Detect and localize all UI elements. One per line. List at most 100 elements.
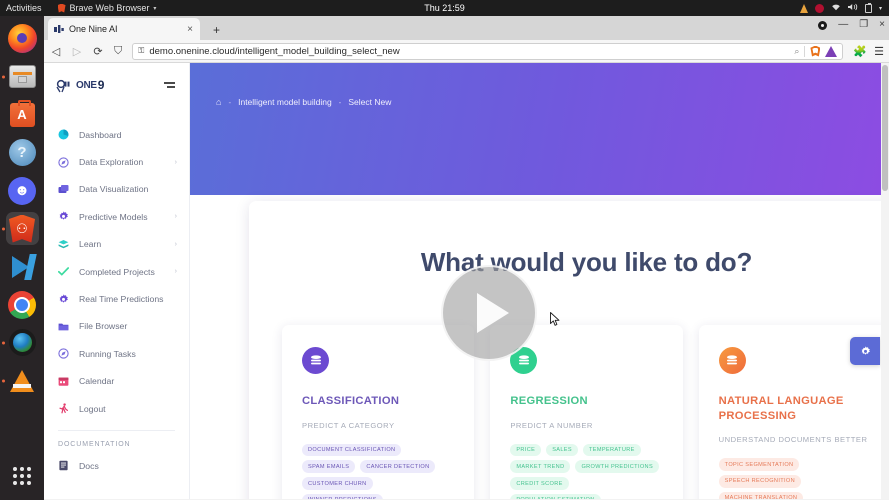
tag[interactable]: TOPIC SEGMENTATION [718,458,800,471]
extensions-icon[interactable]: 🧩 [853,45,867,58]
dock-item-firefox[interactable] [6,22,39,55]
hamburger-menu-icon[interactable]: ☰ [874,45,884,58]
window-menu-brave[interactable]: Brave Web Browser ▾ [57,3,156,13]
close-icon[interactable]: × [185,24,195,35]
tag[interactable]: SPEECH RECOGNITION [718,474,801,488]
tag[interactable]: WINNER PREDICTIONS [302,493,383,499]
dock-item-vscode[interactable] [6,250,39,283]
forward-button[interactable]: ▷ [70,45,84,58]
sidebar-item-data-visualization[interactable]: Data Visualization [44,176,189,203]
tag[interactable]: SALES [546,443,578,457]
bookmark-icon[interactable]: ⛉ [114,45,122,58]
activities-button[interactable]: Activities [6,3,42,13]
tag[interactable]: DOCUMENT CLASSIFICATION [302,443,402,457]
breadcrumb-item-intelligent-model-building[interactable]: Intelligent model building [238,97,332,107]
chart-icon [58,184,69,195]
new-tab-button[interactable]: + [208,23,225,40]
address-bar[interactable]: ⚿ demo.onenine.cloud/intelligent_model_b… [132,42,844,60]
sidebar-item-label: Predictive Models [79,211,148,222]
chevron-right-icon: › [174,158,177,166]
brave-shield-icon[interactable] [810,45,821,57]
settings-side-tab[interactable] [850,337,880,365]
folder-icon [58,321,69,332]
os-top-bar: Activities Brave Web Browser ▾ Thu 21:59… [0,0,889,16]
dock-item-brave[interactable]: ⚇ [1,212,39,245]
option-card-tags: DOCUMENT CLASSIFICATION SPAM EMAILS CANC… [302,443,454,499]
tag[interactable]: MACHINE TRANSLATION [718,491,804,499]
maximize-button[interactable]: ❐ [859,20,868,30]
sidebar-item-label: Real Time Predictions [79,294,164,305]
tag[interactable]: MARKET TREND [510,460,571,474]
reload-button[interactable]: ⟳ [91,45,105,58]
sidebar-item-learn[interactable]: Learn › [44,231,189,258]
dock-item-app-orange[interactable]: A [6,98,39,131]
dock-item-chrome[interactable] [6,288,39,321]
wifi-icon[interactable] [831,3,841,13]
option-card-classification[interactable]: CLASSIFICATION PREDICT A CATEGORY DOCUME… [282,325,475,499]
dock-item-discord[interactable]: ☻ [6,174,39,207]
page-scrollbar[interactable] [881,63,889,499]
url-text: demo.onenine.cloud/intelligent_model_bui… [149,45,400,57]
sidebar-item-label: Running Tasks [79,348,136,359]
tag[interactable]: SPAM EMAILS [302,460,356,474]
sidebar-section-documentation: DOCUMENTATION [58,441,131,449]
browser-tab-one-nine-ai[interactable]: One Nine AI × [48,18,200,40]
recording-indicator-icon[interactable] [814,3,824,13]
dock-item-show-apps[interactable] [6,459,39,492]
scrollbar-thumb[interactable] [882,65,888,191]
tag[interactable]: CANCER DETECTION [360,460,436,474]
sidebar-toggle-icon[interactable] [164,82,175,88]
sidebar-item-predictive-models[interactable]: Predictive Models › [44,203,189,230]
logo[interactable]: ONE 9 [56,78,104,93]
tag[interactable]: TEMPERATURE [582,443,641,457]
home-icon[interactable]: ⌂ [216,97,221,107]
sidebar-item-data-exploration[interactable]: Data Exploration › [44,148,189,175]
page-header-band: ⌂ - Intelligent model building - Select … [190,63,889,195]
running-indicator-dot [1,379,5,382]
sidebar-item-logout[interactable]: Logout [44,395,189,422]
sidebar-item-running-tasks[interactable]: Running Tasks [44,340,189,367]
site-info-icon[interactable]: ⚿ [138,46,144,56]
battery-icon[interactable] [864,2,872,13]
dock-item-help[interactable]: ? [6,136,39,169]
back-button[interactable]: ◁ [49,45,63,58]
sidebar-item-file-browser[interactable]: File Browser [44,313,189,340]
option-card-title: CLASSIFICATION [302,395,400,407]
os-clock[interactable]: Thu 21:59 [424,3,465,13]
dock-item-globe[interactable] [1,326,39,359]
option-card-title: REGRESSION [510,395,588,407]
toolbar-divider [804,45,806,57]
sidebar-item-dashboard[interactable]: Dashboard [44,121,189,148]
vlc-tray-icon[interactable] [799,3,808,13]
video-play-button[interactable] [441,265,537,361]
sidebar-item-docs[interactable]: Docs [44,452,189,479]
breadcrumb-item-select-new[interactable]: Select New [348,97,391,107]
dock-item-file-manager[interactable] [1,60,39,93]
sidebar-item-label: Docs [79,460,99,471]
chevron-right-icon: › [174,240,177,248]
sidebar-item-label: Logout [79,403,106,414]
sidebar-item-real-time-predictions[interactable]: Real Time Predictions [44,285,189,312]
brave-lion-icon [57,3,66,13]
minimize-button[interactable]: — [838,20,848,30]
tag[interactable]: POPULATION ESTIMATION [510,493,601,499]
purple-triangle-icon[interactable] [825,45,838,57]
main-content-card: What would you like to do? CLASSIFICATIO… [249,201,889,499]
volume-icon[interactable] [847,3,858,13]
system-menu-caret-icon[interactable]: ▾ [879,5,882,12]
close-window-button[interactable]: × [879,20,885,30]
tag[interactable]: CUSTOMER CHURN [302,477,373,490]
show-apps-grid-icon [13,466,31,485]
dock-item-vlc[interactable] [1,364,39,397]
tab-strip: One Nine AI × + — ❐ × [44,16,889,40]
record-button[interactable] [818,20,828,30]
sidebar-item-calendar[interactable]: Calendar [44,368,189,395]
globe-icon [8,329,36,356]
window-controls: — ❐ × [818,20,885,30]
tag[interactable]: CREDIT SCORE [510,477,569,490]
search-icon[interactable]: ⌕ [794,46,799,57]
option-card-regression[interactable]: REGRESSION PREDICT A NUMBER PRICE SALES … [490,325,683,499]
tag[interactable]: PRICE [510,443,542,457]
sidebar-item-completed-projects[interactable]: Completed Projects › [44,258,189,285]
tag[interactable]: GROWTH PREDICTIONS [575,460,660,474]
